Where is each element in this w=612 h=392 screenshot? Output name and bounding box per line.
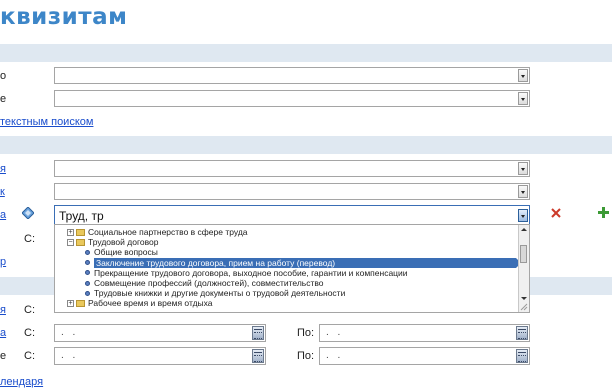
topic-dropdown-tree[interactable]: + Социальное партнерство в сфере труда − Тр… [54, 224, 530, 313]
expand-icon[interactable]: + [67, 299, 74, 307]
chevron-down-icon[interactable] [518, 69, 528, 82]
fulltext-search-link[interactable]: текстным поиском [0, 116, 93, 128]
select-field-3[interactable] [54, 160, 530, 177]
chevron-down-icon[interactable] [518, 209, 528, 222]
tree-item[interactable]: Совмещение профессий (должностей), совме… [94, 278, 324, 288]
bullet-icon [85, 280, 90, 286]
topic-input-value: Труд, тр [59, 209, 104, 223]
collapse-icon[interactable]: − [67, 238, 74, 246]
date-from-label-2: С: [24, 304, 35, 316]
bullet-icon [85, 260, 90, 266]
date-to-value-1: . . [326, 327, 344, 338]
section-band-2 [0, 136, 612, 154]
folder-icon [76, 299, 85, 307]
date-from-value-2: . . [61, 350, 79, 361]
date-to-label-1: По: [297, 327, 315, 339]
chevron-down-icon[interactable] [518, 92, 528, 105]
date-from-label-3: С: [24, 327, 35, 339]
calendar-icon[interactable] [516, 349, 528, 363]
field-label-9: е [0, 350, 7, 362]
field-label-3[interactable]: я [0, 163, 6, 175]
chevron-down-icon[interactable] [518, 185, 528, 198]
folder-icon [76, 238, 85, 246]
scroll-up-icon[interactable] [521, 228, 527, 231]
tree-item[interactable]: Трудовые книжки и другие документы о тру… [94, 288, 345, 298]
chevron-down-icon[interactable] [518, 162, 528, 175]
tree-item[interactable]: Прекращение трудового договора, выходное… [94, 268, 408, 278]
bullet-icon [85, 249, 90, 255]
select-field-2[interactable] [54, 90, 530, 107]
clear-icon[interactable] [551, 208, 561, 218]
field-label-4[interactable]: к [0, 186, 5, 198]
date-to-value-2: . . [326, 350, 344, 361]
date-from-label: С: [24, 233, 35, 245]
field-label-7[interactable]: я [0, 304, 6, 316]
date-from-value-1: . . [61, 327, 79, 338]
folder-icon [76, 228, 85, 236]
tree-scrollbar[interactable] [518, 225, 529, 312]
resize-grip-icon[interactable] [520, 303, 528, 311]
date-to-label-2: По: [297, 350, 315, 362]
calendar-link[interactable]: лендаря [0, 376, 43, 388]
field-label-5[interactable]: а [0, 209, 6, 221]
bullet-icon [85, 270, 90, 276]
tree-item[interactable]: Трудовой договор [88, 237, 158, 247]
tree-item[interactable]: Общие вопросы [94, 247, 158, 257]
section-band-1 [0, 44, 612, 62]
add-icon[interactable] [598, 207, 609, 218]
field-label-6[interactable]: р [0, 256, 6, 268]
tree-item[interactable]: Социальное партнерство в сфере труда [88, 227, 248, 237]
date-from-field-2[interactable]: . . [54, 347, 266, 365]
scroll-down-icon[interactable] [521, 297, 527, 300]
date-from-field-1[interactable]: . . [54, 324, 266, 342]
bullet-icon [85, 290, 90, 296]
calendar-icon[interactable] [252, 349, 264, 363]
select-field-4[interactable] [54, 183, 530, 200]
field-label-1: о [0, 70, 7, 82]
topic-input[interactable]: Труд, тр [54, 205, 530, 226]
tree-item[interactable]: Рабочее время и время отдыха [88, 298, 213, 308]
date-from-label-4: С: [24, 350, 35, 362]
field-label-8[interactable]: а [0, 327, 6, 339]
diamond-icon[interactable] [22, 207, 34, 219]
field-label-2: е [0, 93, 7, 105]
page-title: квизитам [0, 4, 128, 30]
expand-icon[interactable]: + [67, 228, 74, 236]
calendar-icon[interactable] [252, 326, 264, 340]
scroll-thumb[interactable] [520, 245, 527, 263]
calendar-icon[interactable] [516, 326, 528, 340]
tree-item[interactable]: Заключение трудового договора, прием на … [94, 257, 516, 268]
select-field-1[interactable] [54, 67, 530, 84]
date-to-field-2[interactable]: . . [319, 347, 530, 365]
date-to-field-1[interactable]: . . [319, 324, 530, 342]
